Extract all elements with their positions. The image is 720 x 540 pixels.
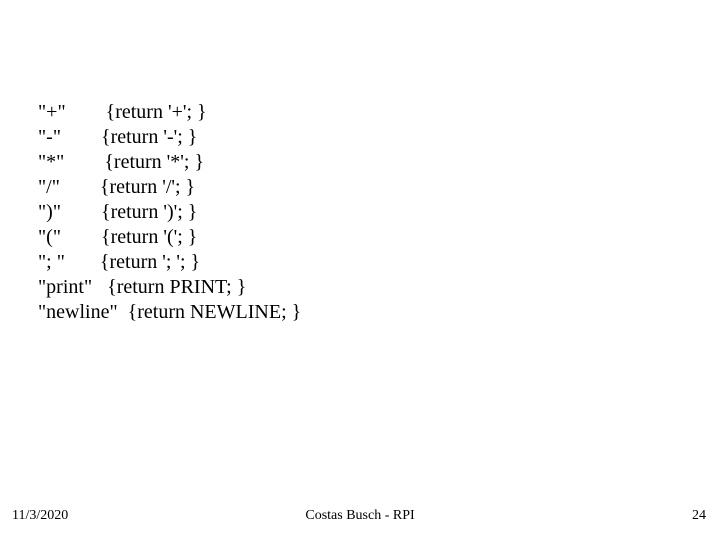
slide-body: "+" {return '+'; } "-" {return '-'; } "*… — [38, 100, 301, 325]
code-line: "newline" {return NEWLINE; } — [38, 300, 301, 325]
code-line: "-" {return '-'; } — [38, 125, 301, 150]
footer-page-number: 24 — [692, 508, 706, 524]
code-line: "; " {return '; '; } — [38, 250, 301, 275]
footer-date: 11/3/2020 — [12, 508, 68, 524]
code-line: "print" {return PRINT; } — [38, 275, 301, 300]
code-line: ")" {return ')'; } — [38, 200, 301, 225]
code-line: "*" {return '*'; } — [38, 150, 301, 175]
code-line: "(" {return '('; } — [38, 225, 301, 250]
code-line: "/" {return '/'; } — [38, 175, 301, 200]
footer-author: Costas Busch - RPI — [305, 508, 414, 524]
code-line: "+" {return '+'; } — [38, 100, 301, 125]
